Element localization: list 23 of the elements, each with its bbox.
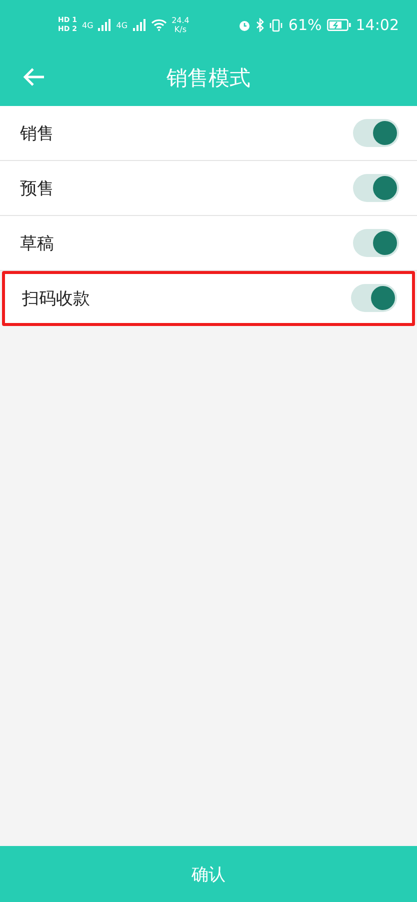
mode-label: 预售 <box>20 178 54 200</box>
mode-label: 销售 <box>20 122 54 144</box>
speed-value: 24.4 <box>172 16 190 25</box>
signal-icon <box>132 19 146 31</box>
battery-percent: 61% <box>288 16 322 34</box>
vibrate-icon <box>269 18 284 32</box>
clock-time: 14:02 <box>356 16 399 34</box>
toggle-switch[interactable] <box>353 174 399 202</box>
toggle-switch[interactable] <box>351 284 397 312</box>
network-label: 4G <box>82 20 94 30</box>
signal-icon <box>98 19 112 31</box>
confirm-button[interactable]: 确认 <box>0 846 417 902</box>
page-title: 销售模式 <box>166 65 250 92</box>
bluetooth-icon <box>256 18 264 32</box>
wifi-icon <box>150 19 167 31</box>
network-label: 4G <box>116 20 128 30</box>
mode-label: 草稿 <box>20 232 54 254</box>
alarm-icon <box>238 18 252 32</box>
battery-charging-icon <box>326 19 351 31</box>
toggle-switch[interactable] <box>353 119 399 147</box>
speed-unit: K/s <box>174 25 187 34</box>
mode-label: 扫码收款 <box>22 288 90 310</box>
toggle-switch[interactable] <box>353 229 399 257</box>
